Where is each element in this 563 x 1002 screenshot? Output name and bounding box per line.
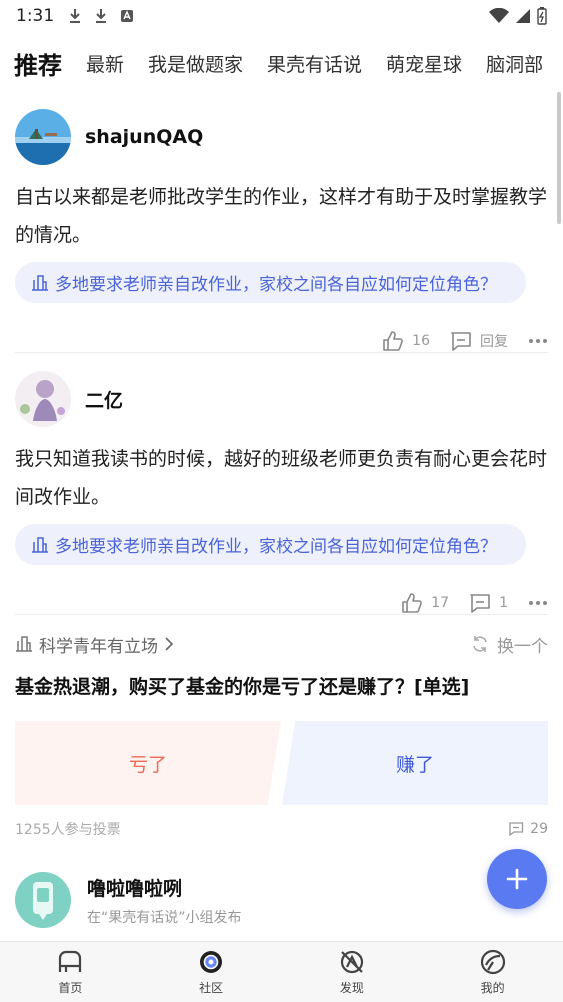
vote-option-lose[interactable]: 亏了 xyxy=(15,721,281,805)
status-time: 1:31 xyxy=(16,6,55,26)
post-card[interactable]: 二亿 我只知道我读书的时候，越好的班级老师更负责有耐心更会花时间改作业。 多地要… xyxy=(15,370,548,623)
nav-community-label: 社区 xyxy=(199,981,224,995)
group-subtitle[interactable]: 在“果壳有话说”小组发布 xyxy=(87,907,242,927)
vote-comment-count: 29 xyxy=(530,821,548,837)
bottom-nav: 首页 社区 发现 我的 xyxy=(0,941,563,1002)
nav-discover-label: 发现 xyxy=(339,981,364,995)
tab-guokr-talk[interactable]: 果壳有话说 xyxy=(267,50,362,77)
refresh-label: 换一个 xyxy=(497,636,548,657)
like-count: 16 xyxy=(412,333,430,349)
tab-exam-master[interactable]: 我是做题家 xyxy=(148,50,243,77)
comment-icon xyxy=(470,594,490,613)
divider xyxy=(15,614,548,615)
comment-icon xyxy=(509,822,524,837)
like-button[interactable]: 16 xyxy=(382,330,430,352)
divider xyxy=(15,352,548,353)
tab-latest[interactable]: 最新 xyxy=(86,50,124,77)
tab-recommend[interactable]: 推荐 xyxy=(14,46,62,81)
profile-icon xyxy=(480,949,505,975)
scrollbar[interactable] xyxy=(557,92,561,224)
thumbs-up-icon xyxy=(383,331,404,351)
avatar[interactable] xyxy=(15,872,71,928)
nav-discover[interactable]: 发现 xyxy=(282,942,423,1002)
post-card[interactable]: shajunQAQ 自古以来都是老师批改学生的作业，这样才有助于及时掌握教学的情… xyxy=(15,108,548,361)
app-notification-icon xyxy=(121,10,134,22)
more-icon xyxy=(529,601,547,605)
avatar[interactable] xyxy=(15,371,71,427)
thumbs-up-icon xyxy=(402,593,423,613)
nav-home[interactable]: 首页 xyxy=(0,942,141,1002)
comment-button[interactable]: 1 xyxy=(469,592,508,614)
topic-icon xyxy=(32,536,48,553)
vote-source-link[interactable]: 科学青年有立场 xyxy=(15,632,174,657)
topic-link[interactable]: 多地要求老师亲自改作业，家校之间各自应如何定位角色？ xyxy=(15,524,526,565)
topic-label: 多地要求老师亲自改作业，家校之间各自应如何定位角色？ xyxy=(55,537,497,557)
download-icon xyxy=(96,9,107,23)
download-icon xyxy=(70,9,81,23)
vote-option-gain[interactable]: 赚了 xyxy=(282,721,548,805)
more-button[interactable] xyxy=(528,338,548,344)
topic-label: 多地要求老师亲自改作业，家校之间各自应如何定位角色？ xyxy=(55,275,497,295)
refresh-icon xyxy=(473,636,487,652)
nav-profile-label: 我的 xyxy=(480,981,505,995)
topic-link[interactable]: 多地要求老师亲自改作业，家校之间各自应如何定位角色？ xyxy=(15,262,526,303)
home-icon xyxy=(59,950,82,972)
vote-question: 基金热退潮，购买了基金的你是亏了还是赚了？[单选] xyxy=(15,676,470,698)
comment-count: 1 xyxy=(499,595,508,611)
community-icon xyxy=(200,951,223,973)
vote-option-gain-label: 赚了 xyxy=(395,753,434,776)
signal-icon xyxy=(516,9,530,23)
category-tabs: 推荐 最新 我是做题家 果壳有话说 萌宠星球 脑洞部 xyxy=(0,38,563,88)
tab-brainstorm[interactable]: 脑洞部 xyxy=(486,50,543,77)
username[interactable]: 二亿 xyxy=(85,386,123,413)
username[interactable]: shajunQAQ xyxy=(85,126,203,148)
reply-label: 回复 xyxy=(480,334,508,350)
post-card[interactable]: 噜啦噜啦咧 在“果壳有话说”小组发布 xyxy=(15,872,548,928)
comment-icon xyxy=(451,332,471,351)
more-button[interactable] xyxy=(528,600,548,606)
topic-icon xyxy=(16,636,32,652)
wifi-icon xyxy=(489,8,509,23)
battery-icon xyxy=(537,7,547,25)
username[interactable]: 噜啦噜啦咧 xyxy=(87,874,242,901)
create-post-button[interactable] xyxy=(487,849,547,909)
nav-profile[interactable]: 我的 xyxy=(422,942,563,1002)
refresh-button[interactable]: 换一个 xyxy=(471,632,548,657)
vote-comments-button[interactable]: 29 xyxy=(508,821,548,837)
plus-icon xyxy=(506,868,528,890)
discover-icon xyxy=(340,950,363,974)
tab-pets[interactable]: 萌宠星球 xyxy=(386,50,462,77)
vote-option-lose-label: 亏了 xyxy=(128,753,167,776)
like-button[interactable]: 17 xyxy=(401,592,449,614)
vote-card: 科学青年有立场 换一个 基金热退潮，购买了基金的你是亏了还是赚了？[单选] 亏了… xyxy=(15,630,548,841)
nav-home-label: 首页 xyxy=(58,981,83,995)
more-icon xyxy=(529,339,547,343)
reply-button[interactable]: 回复 xyxy=(450,330,508,352)
post-text: 我只知道我读书的时候，越好的班级老师更负责有耐心更会花时间改作业。 xyxy=(15,448,548,508)
chevron-right-icon xyxy=(165,637,174,651)
topic-icon xyxy=(32,274,48,291)
avatar[interactable] xyxy=(15,109,71,165)
nav-community[interactable]: 社区 xyxy=(141,942,282,1002)
like-count: 17 xyxy=(431,595,450,611)
status-bar: 1:31 xyxy=(0,0,563,32)
vote-source: 科学青年有立场 xyxy=(39,636,158,657)
post-text: 自古以来都是老师批改学生的作业，这样才有助于及时掌握教学的情况。 xyxy=(15,186,548,246)
vote-participants: 1255人参与投票 xyxy=(15,822,121,838)
